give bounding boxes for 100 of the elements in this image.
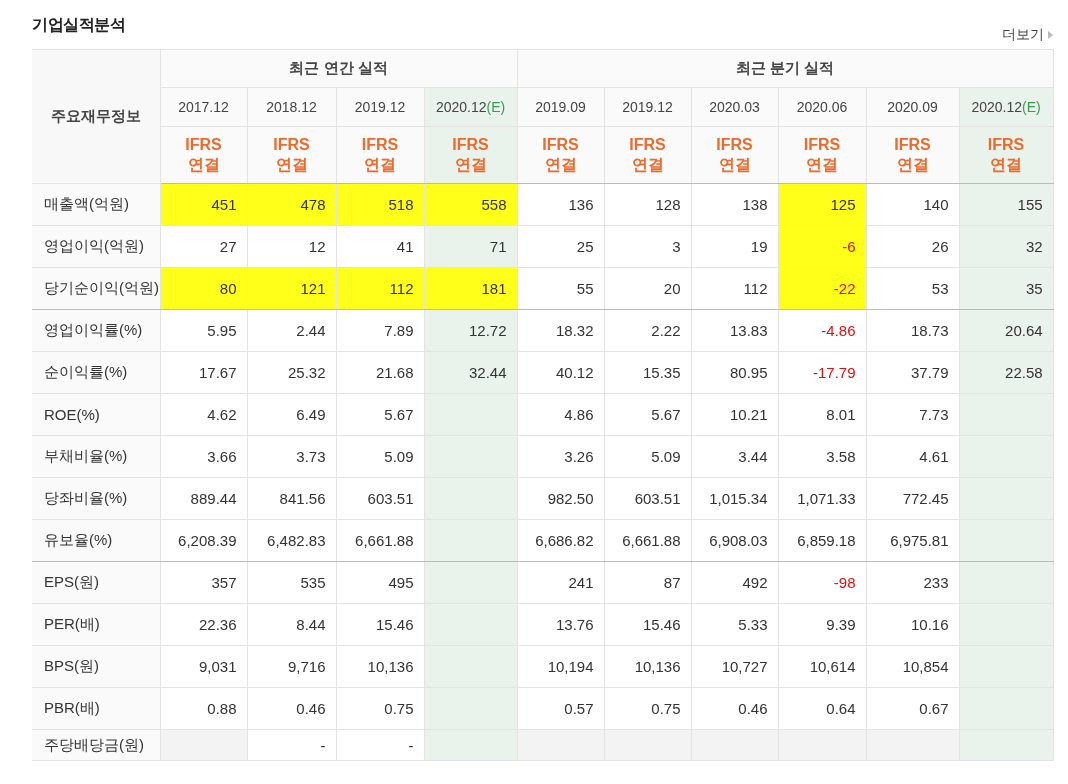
table-cell: 112: [336, 267, 424, 310]
table-cell: 495: [336, 561, 424, 604]
accounting-standard-label: IFRS: [986, 135, 1026, 155]
table-cell: 2.22: [604, 309, 692, 352]
table-cell: 10,136: [336, 645, 424, 688]
table-cell: 603.51: [336, 477, 424, 520]
accounting-standard-label: IFRS: [184, 135, 223, 155]
accounting-standard-label: IFRS: [272, 135, 311, 155]
table-cell: 25: [517, 225, 605, 268]
table-cell: 12.72: [424, 309, 518, 352]
table-cell: 6,859.18: [778, 519, 867, 562]
table-cell: 3.26: [517, 435, 605, 478]
table-cell: 6,908.03: [691, 519, 779, 562]
table-cell: 0.75: [604, 687, 692, 730]
table-cell: 5.95: [160, 309, 247, 352]
table-cell: 18.73: [866, 309, 960, 352]
consolidation-label: 연결: [895, 155, 930, 175]
table-cell: 6,208.39: [160, 519, 247, 562]
row-header: 매출액(억원): [32, 183, 160, 226]
table-cell: 22.36: [160, 603, 247, 646]
table-cell: 6.49: [247, 393, 336, 436]
caret-icon: [1048, 31, 1053, 39]
table-cell: 4.61: [866, 435, 960, 478]
table-cell: 5.09: [604, 435, 692, 478]
table-cell: 128: [604, 183, 692, 226]
table-cell: 492: [691, 561, 779, 604]
table-cell: 10,854: [866, 645, 960, 688]
table-cell: 71: [424, 225, 518, 268]
table-cell: 10,727: [691, 645, 779, 688]
table-cell: 603.51: [604, 477, 692, 520]
table-cell: 478: [247, 183, 336, 226]
table-cell: 112: [691, 267, 779, 310]
table-cell: 10.16: [866, 603, 960, 646]
row-header: PBR(배): [32, 687, 160, 730]
table-cell: 9.39: [778, 603, 867, 646]
table-cell: 9,716: [247, 645, 336, 688]
column-group-header: 최근 분기 실적: [517, 49, 1054, 88]
table-cell: 0.46: [247, 687, 336, 730]
row-header: 주당배당금(원): [32, 729, 160, 761]
table-cell: 10,614: [778, 645, 867, 688]
table-cell: 3: [604, 225, 692, 268]
table-cell: 32.44: [424, 351, 518, 394]
table-cell: 0.46: [691, 687, 779, 730]
table-cell: 10,136: [604, 645, 692, 688]
table-cell: -4.86: [778, 309, 867, 352]
table-cell: 4.62: [160, 393, 247, 436]
table-cell: 0.64: [778, 687, 867, 730]
row-header: 영업이익(억원): [32, 225, 160, 268]
table-cell: -: [336, 729, 424, 761]
table-cell: 136: [517, 183, 605, 226]
period-date: 2019.12: [354, 99, 406, 115]
estimate-mark: (E): [1022, 99, 1041, 115]
consolidation-label: 연결: [363, 155, 397, 175]
table-cell: 6,661.88: [336, 519, 424, 562]
table-cell: 15.35: [604, 351, 692, 394]
table-cell: 5.67: [604, 393, 692, 436]
table-cell: 841.56: [247, 477, 336, 520]
table-cell: 15.46: [336, 603, 424, 646]
table-cell: 8.44: [247, 603, 336, 646]
section-title: 기업실적분석: [32, 15, 125, 35]
table-cell: 0.57: [517, 687, 605, 730]
table-cell: -6: [778, 225, 867, 268]
table-cell: 1,015.34: [691, 477, 779, 520]
table-cell: 357: [160, 561, 247, 604]
table-cell: 558: [424, 183, 518, 226]
table-cell: 6,661.88: [604, 519, 692, 562]
table-cell: 5.33: [691, 603, 779, 646]
table-cell: -22: [778, 267, 867, 310]
accounting-standard-label: IFRS: [802, 135, 842, 155]
table-cell: 15.46: [604, 603, 692, 646]
accounting-standard-label: IFRS: [628, 135, 667, 155]
period-date: 2017.12: [178, 99, 229, 115]
table-cell: 982.50: [517, 477, 605, 520]
accounting-standard-label: IFRS: [541, 135, 580, 155]
table-cell: -98: [778, 561, 867, 604]
column-group-header: 최근 연간 실적: [160, 49, 518, 88]
row-header: ROE(%): [32, 393, 160, 436]
table-cell: 7.89: [336, 309, 424, 352]
table-cell: 22.58: [959, 351, 1054, 394]
table-cell: 13.83: [691, 309, 779, 352]
table-cell: 13.76: [517, 603, 605, 646]
table-cell: 233: [866, 561, 960, 604]
accounting-standard-label: IFRS: [451, 135, 490, 155]
accounting-standard-label: IFRS: [715, 135, 754, 155]
table-cell: 6,482.83: [247, 519, 336, 562]
more-link[interactable]: 더보기: [1002, 26, 1053, 44]
table-cell: 138: [691, 183, 779, 226]
table-cell: 125: [778, 183, 867, 226]
period-date: 2020.12: [435, 99, 487, 115]
table-cell: 26: [866, 225, 960, 268]
table-cell: -17.79: [778, 351, 867, 394]
consolidation-label: 연결: [186, 155, 221, 175]
table-cell: 21.68: [336, 351, 424, 394]
table-cell: 3.66: [160, 435, 247, 478]
table-cell: 80: [160, 267, 247, 310]
accounting-standard-label: IFRS: [360, 135, 400, 155]
table-cell: 37.79: [866, 351, 960, 394]
table-cell: 10,194: [517, 645, 605, 688]
table-cell: 10.21: [691, 393, 779, 436]
table-cell: 535: [247, 561, 336, 604]
